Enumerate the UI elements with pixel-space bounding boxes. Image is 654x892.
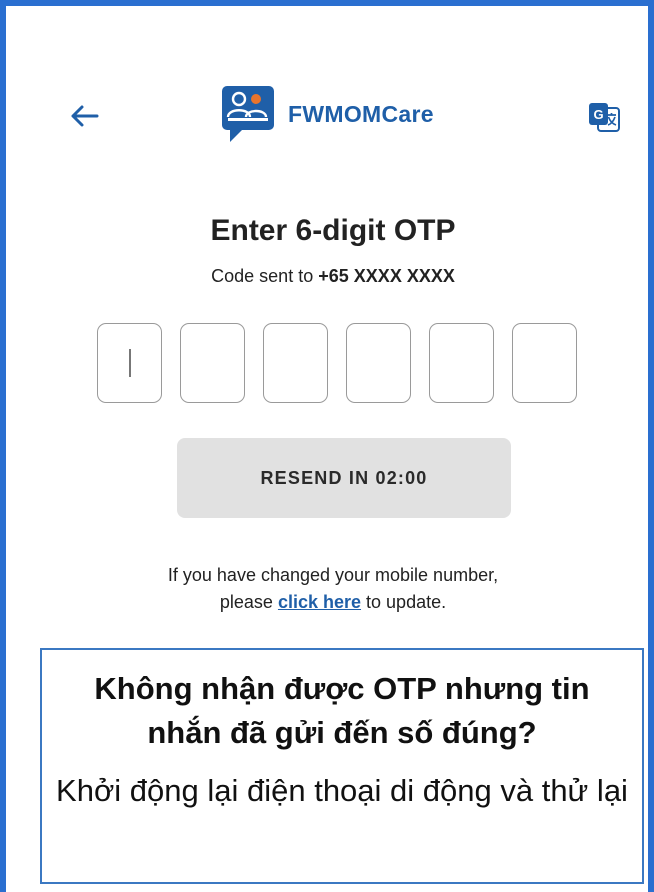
masked-number: XXXX XXXX [353,266,455,286]
otp-digit-1[interactable] [97,323,162,403]
otp-input-row [97,323,577,403]
country-code: +65 [318,266,349,286]
screen-frame: FWMOMCare G Enter 6-digit OTP Code sent … [0,0,654,892]
change-number-line2: please click here to update. [219,592,447,612]
otp-digit-3[interactable] [263,323,328,403]
app-header: FWMOMCare G [6,6,654,186]
sent-prefix: Code sent to [211,266,314,286]
svg-text:G: G [593,107,603,122]
otp-title: Enter 6-digit OTP [210,214,456,247]
help-tip-box: Không nhận được OTP nhưng tin nhắn đã gử… [40,648,644,884]
otp-sent-to: Code sent to +65 XXXX XXXX [6,266,654,287]
translate-button[interactable]: G [584,97,624,137]
tip-body: Khởi động lại điện thoại di động và thử … [56,773,628,808]
tip-title: Không nhận được OTP nhưng tin nhắn đã gử… [94,671,590,750]
fwmomcare-logo-icon [222,86,274,142]
otp-digit-6[interactable] [512,323,577,403]
change-number-note: If you have changed your mobile number, … [6,562,654,616]
arrow-left-icon [71,105,99,127]
click-here-link[interactable]: click here [278,592,361,612]
resend-otp-button[interactable]: RESEND IN 02:00 [177,438,511,518]
google-translate-icon: G [589,103,620,132]
otp-digit-2[interactable] [180,323,245,403]
app-name: FWMOMCare [288,100,434,127]
otp-digit-4[interactable] [346,323,411,403]
back-button[interactable] [62,94,106,138]
otp-digit-5[interactable] [429,323,494,403]
change-number-line1: If you have changed your mobile number, [167,565,499,585]
text-cursor [128,349,131,377]
app-logo: FWMOMCare [220,84,434,144]
